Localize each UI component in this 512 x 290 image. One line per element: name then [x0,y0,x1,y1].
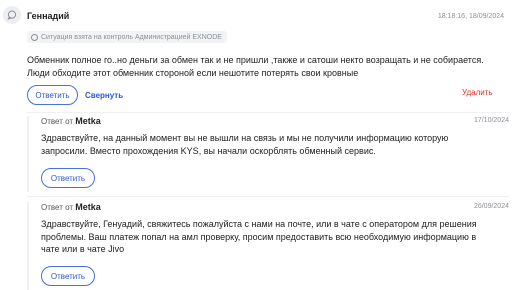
review-author: Геннадий [27,11,70,21]
reply-item: Ответ от Metka 17/10/2024 Здравствуйте, … [27,116,509,192]
info-circle-icon [31,33,38,41]
reply-button[interactable]: Ответить [27,85,78,105]
reply-author: Metka [75,116,101,126]
reply-date: 26/09/2024 [473,203,509,210]
reply-item: Ответ от Metka 26/09/2024 Здравствуйте, … [27,202,509,290]
reply-author: Metka [75,202,101,212]
review-text: Обменник полное го..но деньги за обмен т… [27,55,484,78]
chat-bubble-icon [7,10,17,20]
review-date: 18:18:16, 18/09/2024 [437,13,504,20]
divider [27,112,509,113]
reply-prefix: Ответ от [41,117,74,126]
status-badge-text: Ситуация взята на контроль Администрацие… [41,33,222,41]
reply-header: Ответ от Metka [41,202,101,212]
reply-header: Ответ от Metka [41,116,101,126]
delete-link[interactable]: Удалить [462,88,493,97]
reply-text: Здравствуйте, на данный момент вы не выш… [41,133,449,156]
reply-date: 17/10/2024 [473,117,509,124]
reply-text: Здравствуйте, Генуадий, свяжитесь пожалу… [41,219,477,254]
divider [27,196,509,197]
reply-button[interactable]: Ответить [41,168,95,188]
collapse-link[interactable]: Свернуть [85,91,123,100]
reply-prefix: Ответ от [41,203,74,212]
reply-button[interactable]: Ответить [41,266,95,286]
avatar [3,6,21,24]
status-badge: Ситуация взята на контроль Администрацие… [27,31,227,43]
